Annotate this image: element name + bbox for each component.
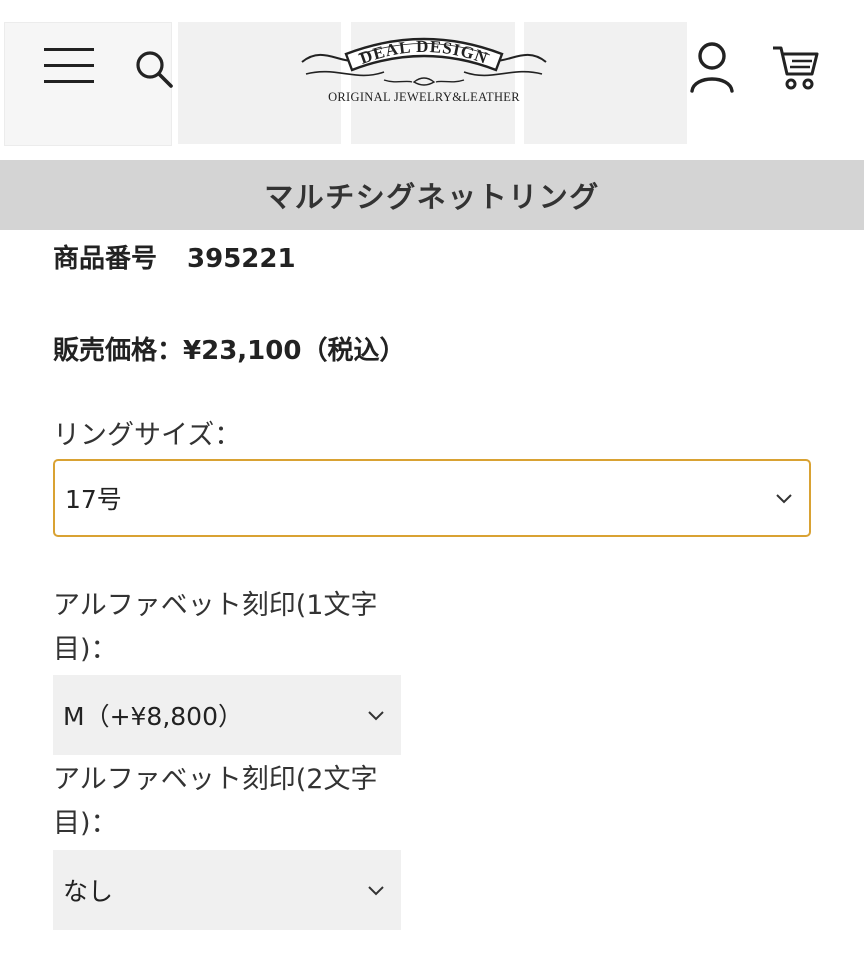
deal-design-logo[interactable]: DEAL DESIGN ORIGINAL JEWELRY&LEATHER [296,22,552,108]
chevron-down-icon [368,886,384,896]
hamburger-menu-icon[interactable] [40,44,98,88]
logo-tagline: ORIGINAL JEWELRY&LEATHER [328,90,520,104]
cart-icon[interactable] [768,40,822,94]
engrave-2-value: なし [63,877,114,906]
product-price: 販売価格：¥23,100（税込） [53,330,405,367]
ring-size-value: 17号 [65,485,122,514]
chevron-down-icon [368,711,384,721]
price-value: ¥23,100（税込） [183,336,406,366]
product-number-label: 商品番号 [53,244,158,274]
product-number: 商品番号 395221 [53,238,296,275]
chevron-down-icon [776,494,792,504]
logo-brand-text: DEAL DESIGN [357,37,490,68]
product-number-value: 395221 [187,244,296,274]
product-title-bar: マルチシグネットリング [0,160,864,230]
search-icon[interactable] [130,45,178,93]
site-header: DEAL DESIGN ORIGINAL JEWELRY&LEATHER [0,0,864,160]
product-title: マルチシグネットリング [264,180,600,214]
svg-text:DEAL DESIGN: DEAL DESIGN [357,37,491,68]
engrave-2-select[interactable]: なし [53,850,401,930]
ring-size-label: リングサイズ： [53,420,242,451]
price-label: 販売価格： [53,336,184,366]
engrave-1-label: アルファベット刻印(1文字目)： [53,590,378,665]
engrave-1-value: M（+¥8,800） [63,702,243,731]
engrave-2-label: アルファベット刻印(2文字目)： [53,764,378,839]
ring-size-select[interactable]: 17号 [53,459,811,537]
engrave-1-select[interactable]: M（+¥8,800） [53,675,401,755]
account-icon[interactable] [684,38,740,96]
